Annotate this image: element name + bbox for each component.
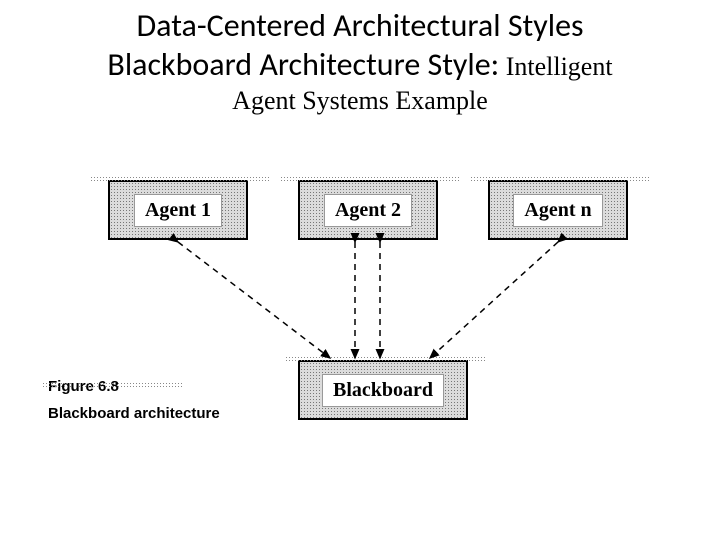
figure-description: Blackboard architecture — [48, 405, 220, 422]
blackboard-label: Blackboard — [322, 374, 444, 407]
arrow-agent1-blackboard — [178, 242, 330, 358]
title-line-3: Agent Systems Example — [0, 86, 720, 116]
agent-2-node: Agent 2 — [298, 180, 438, 240]
decoration-stripe — [470, 176, 650, 182]
decoration-stripe — [42, 382, 182, 388]
agent-1-node: Agent 1 — [108, 180, 248, 240]
agent-2-label: Agent 2 — [324, 194, 412, 227]
agent-n-node: Agent n — [488, 180, 628, 240]
title-line-1: Data-Centered Architectural Styles — [0, 6, 720, 45]
arrow-agentn-blackboard — [430, 242, 558, 358]
decoration-stripe — [280, 176, 460, 182]
decoration-stripe — [285, 356, 485, 362]
architecture-diagram: Agent 1 Agent 2 Agent n Blackboard — [0, 150, 720, 490]
agent-n-label: Agent n — [513, 194, 602, 227]
blackboard-node: Blackboard — [298, 360, 468, 420]
title-block: Data-Centered Architectural Styles Black… — [0, 0, 720, 116]
agent-1-label: Agent 1 — [134, 194, 222, 227]
title-line-2-main: Blackboard Architecture Style: — [107, 45, 499, 84]
title-line-2-sub: Intelligent — [499, 52, 612, 81]
title-line-2: Blackboard Architecture Style: Intellige… — [0, 45, 720, 84]
decoration-stripe — [90, 176, 270, 182]
